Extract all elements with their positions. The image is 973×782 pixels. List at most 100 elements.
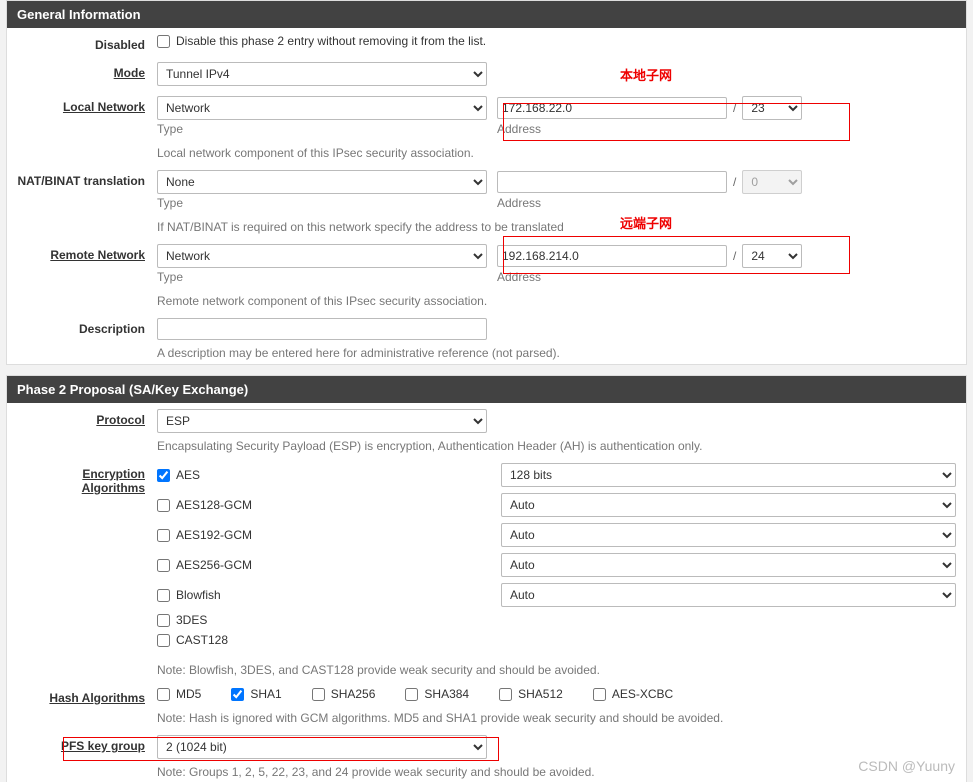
label-enc-name: 3DES [176, 613, 207, 627]
label-hash-name: SHA1 [250, 687, 281, 701]
desc-local-network: Local network component of this IPsec se… [157, 146, 956, 160]
checkbox-enc-aes[interactable] [157, 469, 170, 482]
select-local-type[interactable]: Network [157, 96, 487, 120]
select-enc-bits[interactable]: Auto [501, 493, 956, 517]
hash-item: AES-XCBC [593, 687, 673, 701]
note-pfs: Note: Groups 1, 2, 5, 22, 23, and 24 pro… [157, 765, 956, 779]
slash-icon: / [733, 101, 736, 115]
label-nat: NAT/BINAT translation [17, 170, 157, 210]
checkbox-enc-aes256-gcm[interactable] [157, 559, 170, 572]
desc-nat: If NAT/BINAT is required on this network… [157, 220, 956, 234]
select-remote-type[interactable]: Network [157, 244, 487, 268]
text-disabled-desc: Disable this phase 2 entry without remov… [176, 34, 486, 48]
select-protocol[interactable]: ESP [157, 409, 487, 433]
annotation-remote: 远端子网 [620, 213, 672, 232]
checkbox-enc-blowfish[interactable] [157, 589, 170, 602]
hash-item: SHA512 [499, 687, 563, 701]
hint-nat-address: Address [497, 196, 956, 210]
label-hash-name: AES-XCBC [612, 687, 673, 701]
label-hash: Hash Algorithms [49, 691, 145, 705]
row-pfs: PFS key group 2 (1024 bit) Note: Groups … [7, 729, 966, 782]
encryption-row: AES128-GCM Auto [157, 493, 956, 517]
hint-remote-address: Address [497, 270, 956, 284]
row-remote-network: Remote Network Network Type / 24 Address [7, 238, 966, 288]
hash-item: SHA1 [231, 687, 281, 701]
row-hash: Hash Algorithms MD5 SHA1 SHA256 SHA384 SHA51… [7, 681, 966, 729]
label-hash-name: MD5 [176, 687, 201, 701]
checkbox-hash-sha1[interactable] [231, 688, 244, 701]
select-remote-prefix[interactable]: 24 [742, 244, 802, 268]
input-nat-address [497, 171, 727, 193]
checkbox-hash-md5[interactable] [157, 688, 170, 701]
panel-header-phase2: Phase 2 Proposal (SA/Key Exchange) [7, 376, 966, 403]
label-enc-name: AES256-GCM [176, 558, 252, 572]
encryption-row: AES192-GCM Auto [157, 523, 956, 547]
row-nat-binat: NAT/BINAT translation None Type / 0 Addr… [7, 164, 966, 214]
select-local-prefix[interactable]: 23 [742, 96, 802, 120]
checkbox-hash-aes-xcbc[interactable] [593, 688, 606, 701]
desc-remote-network: Remote network component of this IPsec s… [157, 294, 956, 308]
note-hash: Note: Hash is ignored with GCM algorithm… [157, 711, 956, 725]
hint-local-address: Address [497, 122, 956, 136]
row-mode: Mode Tunnel IPv4 [7, 56, 966, 90]
checkbox-enc-aes192-gcm[interactable] [157, 529, 170, 542]
label-enc-name: Blowfish [176, 588, 221, 602]
hint-remote-type: Type [157, 270, 489, 284]
hint-local-type: Type [157, 122, 489, 136]
select-nat-type[interactable]: None [157, 170, 487, 194]
input-description[interactable] [157, 318, 487, 340]
hash-item: SHA384 [405, 687, 469, 701]
panel-general-information: General Information Disabled Disable thi… [6, 0, 967, 365]
label-enc-name: AES192-GCM [176, 528, 252, 542]
slash-icon: / [733, 175, 736, 189]
checkbox-enc-3des[interactable] [157, 614, 170, 627]
select-mode[interactable]: Tunnel IPv4 [157, 62, 487, 86]
label-hash-name: SHA256 [331, 687, 376, 701]
select-nat-prefix: 0 [742, 170, 802, 194]
select-enc-bits[interactable]: Auto [501, 553, 956, 577]
encryption-row: Blowfish Auto [157, 583, 956, 607]
desc-description: A description may be entered here for ad… [157, 346, 956, 360]
label-pfs: PFS key group [61, 739, 145, 753]
watermark: CSDN @Yuuny [858, 758, 955, 774]
hint-nat-type: Type [157, 196, 489, 210]
input-remote-address[interactable] [497, 245, 727, 267]
encryption-row: AES 128 bits [157, 463, 956, 487]
select-enc-bits[interactable]: Auto [501, 523, 956, 547]
input-local-address[interactable] [497, 97, 727, 119]
select-enc-bits[interactable]: 128 bits [501, 463, 956, 487]
label-disabled: Disabled [17, 34, 157, 52]
row-description: Description A description may be entered… [7, 312, 966, 364]
select-enc-bits[interactable]: Auto [501, 583, 956, 607]
row-protocol: Protocol ESP Encapsulating Security Payl… [7, 403, 966, 457]
encryption-row: CAST128 [157, 633, 956, 647]
desc-protocol: Encapsulating Security Payload (ESP) is … [157, 439, 956, 453]
checkbox-hash-sha512[interactable] [499, 688, 512, 701]
label-mode: Mode [114, 66, 145, 80]
hash-item: SHA256 [312, 687, 376, 701]
label-encryption: Encryption Algorithms [82, 467, 145, 495]
label-hash-name: SHA384 [424, 687, 469, 701]
annotation-local: 本地子网 [620, 65, 672, 84]
row-disabled: Disabled Disable this phase 2 entry with… [7, 28, 966, 56]
note-encryption: Note: Blowfish, 3DES, and CAST128 provid… [157, 663, 956, 677]
row-local-network: Local Network Network Type / 23 Address [7, 90, 966, 140]
label-local-network: Local Network [63, 100, 145, 114]
encryption-row: AES256-GCM Auto [157, 553, 956, 577]
label-enc-name: CAST128 [176, 633, 228, 647]
panel-header-general: General Information [7, 1, 966, 28]
label-description: Description [17, 318, 157, 360]
label-hash-name: SHA512 [518, 687, 563, 701]
label-enc-name: AES [176, 468, 200, 482]
checkbox-disabled[interactable] [157, 35, 170, 48]
label-enc-name: AES128-GCM [176, 498, 252, 512]
checkbox-enc-aes128-gcm[interactable] [157, 499, 170, 512]
checkbox-hash-sha256[interactable] [312, 688, 325, 701]
row-encryption: Encryption Algorithms AES 128 bits AES128-… [7, 457, 966, 657]
encryption-row: 3DES [157, 613, 956, 627]
label-protocol: Protocol [96, 413, 145, 427]
checkbox-hash-sha384[interactable] [405, 688, 418, 701]
label-remote-network: Remote Network [50, 248, 145, 262]
checkbox-enc-cast128[interactable] [157, 634, 170, 647]
select-pfs[interactable]: 2 (1024 bit) [157, 735, 487, 759]
